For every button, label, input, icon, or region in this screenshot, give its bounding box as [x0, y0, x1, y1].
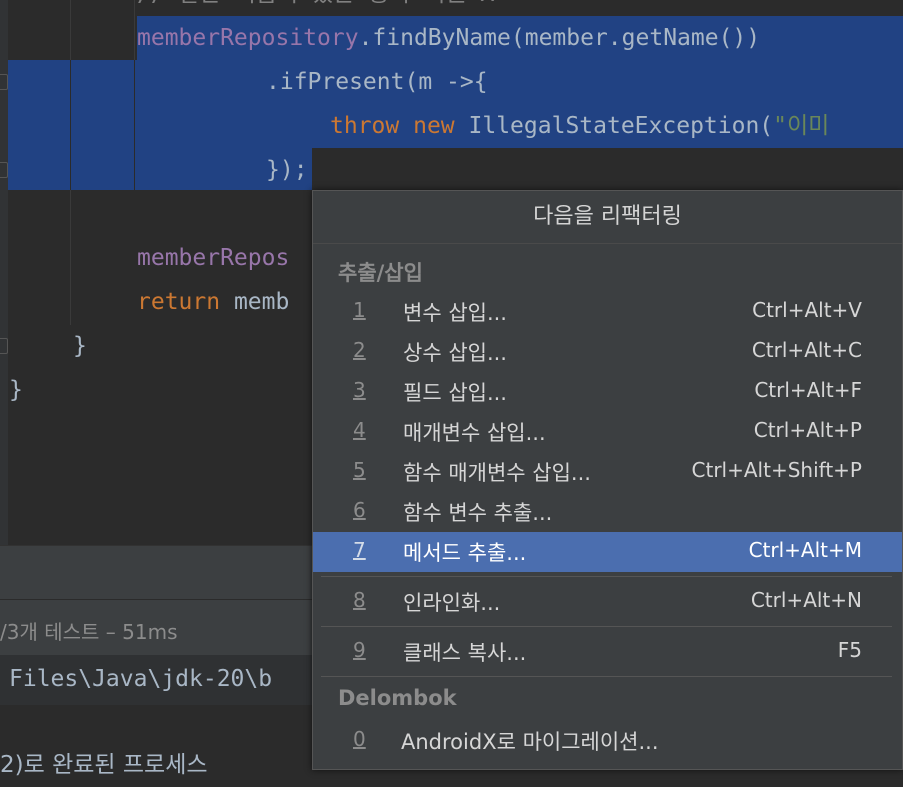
shortcut: Ctrl+Alt+F: [754, 378, 862, 402]
code-line-3: throw new IllegalStateException("이미: [330, 104, 829, 148]
menu-separator: [321, 576, 892, 577]
shortcut: Ctrl+Alt+N: [750, 588, 862, 612]
menu-item-label: 함수 변수 추출...: [403, 501, 553, 525]
code-line-6: return memb: [137, 280, 289, 324]
shortcut: Ctrl+Alt+P: [753, 418, 862, 442]
menu-separator: [321, 626, 892, 627]
menu-item-label: 함수 매개변수 삽입...: [403, 461, 591, 485]
shortcut: Ctrl+Alt+V: [752, 298, 862, 322]
menu-item-introduce-field[interactable]: 3 필드 삽입... Ctrl+Alt+F: [313, 372, 902, 412]
menu-item-label: 상수 삽입...: [403, 341, 507, 365]
shortcut: Ctrl+Alt+C: [751, 338, 862, 362]
code-text: memb: [220, 289, 290, 315]
shortcut: Ctrl+Alt+M: [748, 538, 862, 562]
refactor-popup: 다음을 리팩터링 추출/삽입 1 변수 삽입... Ctrl+Alt+V 2 상수 삽…: [312, 190, 903, 770]
mnemonic: 8: [353, 588, 366, 612]
run-toolbar: [0, 545, 312, 600]
menu-item-label: 클래스 복사...: [403, 641, 527, 665]
indent-guide: [70, 60, 71, 190]
shortcut: F5: [837, 638, 862, 662]
closing-brace: }: [9, 377, 23, 403]
mnemonic: 4: [353, 418, 366, 442]
menu-item-migrate-androidx[interactable]: 0 AndroidX로 마이그레이션...: [313, 721, 902, 761]
menu-item-inline[interactable]: 8 인라인화... Ctrl+Alt+N: [313, 582, 902, 622]
code-line-comment: // 같은 이름이 있는 중복 회원 X: [137, 0, 494, 16]
menu-item-extract-method[interactable]: 7 메서드 추출... Ctrl+Alt+M: [313, 532, 902, 572]
closing-brace: }: [73, 333, 87, 359]
code-line-4: });: [266, 157, 308, 183]
section-extract-insert: 추출/삽입: [338, 261, 423, 285]
menu-item-label: 매개변수 삽입...: [403, 421, 546, 445]
menu-separator: [321, 676, 892, 677]
mnemonic: 5: [353, 458, 366, 482]
class-name: IllegalStateException(: [468, 113, 774, 139]
menu-item-label: 인라인화...: [403, 591, 501, 615]
keyword-new: new: [413, 113, 455, 139]
fold-icon[interactable]: [0, 74, 8, 90]
code-method-call: .findByName(member.getName()): [358, 25, 761, 51]
test-status-bar: /3개 테스트 – 51ms: [0, 599, 312, 656]
shortcut: Ctrl+Alt+Shift+P: [691, 458, 862, 482]
popup-title: 다음을 리팩터링: [313, 191, 902, 244]
test-status-text: /3개 테스트 – 51ms: [0, 620, 178, 644]
menu-item-introduce-variable[interactable]: 1 변수 삽입... Ctrl+Alt+V: [313, 292, 902, 332]
indent-guide: [134, 60, 135, 190]
code-line-2: .ifPresent(m ->{: [266, 69, 488, 95]
console-path: Files\Java\jdk-20\b: [9, 666, 273, 692]
field-member-repository: memberRepository: [137, 25, 359, 51]
menu-item-label: AndroidX로 마이그레이션...: [401, 730, 659, 754]
menu-item-copy-class[interactable]: 9 클래스 복사... F5: [313, 632, 902, 672]
fold-icon[interactable]: [0, 162, 8, 178]
mnemonic: 7: [353, 538, 366, 562]
mnemonic: 3: [353, 378, 366, 402]
menu-item-label: 필드 삽입...: [403, 381, 507, 405]
mnemonic: 9: [353, 638, 366, 662]
menu-item-label: 변수 삽입...: [403, 301, 507, 325]
menu-item-extract-functional-variable[interactable]: 6 함수 변수 추출...: [313, 492, 902, 532]
string-literal: "이미: [773, 113, 830, 139]
console-process-text: 2)로 완료된 프로세스: [0, 752, 208, 778]
code-line-5: memberRepos: [137, 245, 290, 271]
mnemonic: 0: [353, 727, 366, 751]
mnemonic: 2: [353, 338, 366, 362]
keyword-return: return: [137, 289, 221, 315]
console-output: Files\Java\jdk-20\b: [0, 655, 312, 705]
mnemonic: 6: [353, 498, 366, 522]
section-delombok: Delombok: [338, 686, 457, 710]
menu-item-introduce-constant[interactable]: 2 상수 삽입... Ctrl+Alt+C: [313, 332, 902, 372]
menu-item-label: 메서드 추출...: [403, 541, 527, 565]
fold-icon[interactable]: [0, 338, 8, 354]
menu-item-introduce-functional-parameter[interactable]: 5 함수 매개변수 삽입... Ctrl+Alt+Shift+P: [313, 452, 902, 492]
keyword-throw: throw: [330, 113, 400, 139]
code-line-1: memberRepository.findByName(member.getNa…: [137, 16, 760, 60]
menu-item-introduce-parameter[interactable]: 4 매개변수 삽입... Ctrl+Alt+P: [313, 412, 902, 452]
mnemonic: 1: [353, 298, 366, 322]
